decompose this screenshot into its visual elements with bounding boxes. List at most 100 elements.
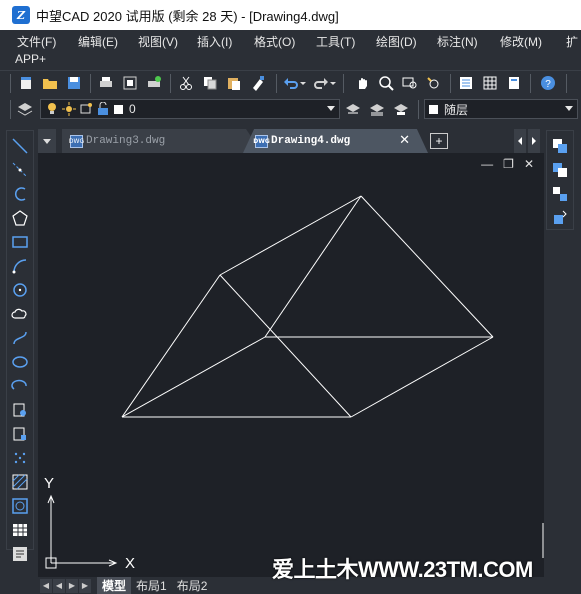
explode-icon[interactable] [551,209,569,227]
title-bar: Z 中望CAD 2020 试用版 (剩余 28 天) - [Drawing4.d… [0,0,581,30]
rectangle-icon[interactable] [11,233,29,251]
construction-line-icon[interactable] [11,161,29,179]
layer-color-swatch [114,104,123,114]
drawing-line[interactable] [121,274,221,418]
tab-layout1[interactable]: 布局1 [131,577,172,594]
zoom-realtime-icon[interactable] [378,75,394,91]
menu-tools[interactable]: 工具(T) [316,33,355,50]
spline-icon[interactable] [11,329,29,347]
help-icon[interactable]: ? [540,75,556,91]
drawing-canvas[interactable]: — ❐ ✕ Y X [38,153,544,577]
color-swatch [429,104,438,114]
insert-block-icon[interactable] [11,401,29,419]
drawing-line[interactable] [219,274,352,418]
ucs-icon [45,494,118,569]
chevron-down-icon [327,106,335,111]
polyline-icon[interactable] [11,185,29,203]
chevron-down-icon [43,139,51,144]
tool-palette-icon[interactable] [506,75,522,91]
multiline-text-icon[interactable] [11,545,29,563]
layer-name: 0 [129,102,136,116]
drawing-line[interactable] [219,195,362,276]
cut-icon[interactable] [178,75,194,91]
tab-model[interactable]: 模型 [97,577,132,594]
tab-label: Drawing4.dwg [271,135,351,147]
first-icon: ◀ [42,581,50,590]
right-side-panel [544,230,581,594]
tab-scroll-right[interactable] [528,129,540,153]
menu-view[interactable]: 视图(V) [138,33,178,50]
save-icon[interactable] [66,75,82,91]
revision-cloud-icon[interactable] [11,305,29,323]
tab-drawing4[interactable]: DWG Drawing4.dwg ✕ [243,129,428,153]
ellipse-icon[interactable] [11,353,29,371]
close-tab-icon[interactable]: ✕ [399,133,410,148]
menu-insert[interactable]: 插入(I) [197,33,232,50]
print-icon[interactable] [98,75,114,91]
layer-manager-icon[interactable] [17,101,33,117]
table-icon[interactable] [11,521,29,539]
tab-scroll-left[interactable] [514,129,526,153]
zoom-previous-icon[interactable] [426,75,442,91]
last-layout-button[interactable]: ▶ [79,578,91,593]
watermark-text: 爱上土木WWW.23TM.COM [272,557,533,582]
open-folder-icon[interactable] [42,75,58,91]
viewport-freeze-icon [80,103,92,114]
prev-icon: ◀ [55,581,63,590]
undo-dropdown-icon[interactable] [299,75,307,91]
new-tab-button[interactable]: + [430,133,448,149]
drawing-line[interactable] [264,195,362,338]
drawing-line[interactable] [360,195,494,338]
ungroup-icon[interactable] [551,185,569,203]
chevron-down-icon [565,106,573,111]
layer-state-icon[interactable] [393,101,409,117]
ellipse-arc-icon[interactable] [11,377,29,395]
arc-icon[interactable] [11,257,29,275]
tab-drawing3[interactable]: DWG Drawing3.dwg [62,129,262,153]
design-center-icon[interactable] [482,75,498,91]
menu-modify[interactable]: 修改(M) [500,33,542,50]
pan-hand-icon[interactable] [354,75,370,91]
menu-bar: 文件(F) 编辑(E) 视图(V) 插入(I) 格式(O) 工具(T) 绘图(D… [0,30,581,70]
color-select[interactable]: 随层 [424,99,578,119]
zoom-window-icon[interactable] [402,75,418,91]
polygon-icon[interactable] [11,209,29,227]
publish-icon[interactable] [146,75,162,91]
menu-draw[interactable]: 绘图(D) [376,33,417,50]
make-current-layer-icon[interactable] [345,101,361,117]
next-layout-button[interactable]: ▶ [66,578,78,593]
color-value: 随层 [444,102,469,117]
first-layout-button[interactable]: ◀ [40,578,52,593]
point-icon[interactable] [11,449,29,467]
redo-dropdown-icon[interactable] [329,75,337,91]
menu-edit[interactable]: 编辑(E) [78,33,118,50]
copy-object-icon[interactable] [551,137,569,155]
circle-icon[interactable] [11,281,29,299]
make-block-icon[interactable] [11,425,29,443]
menu-format[interactable]: 格式(O) [254,33,295,50]
match-properties-icon[interactable] [250,75,266,91]
menu-app-plus[interactable]: APP+ [15,52,46,66]
tab-list-button[interactable] [38,129,56,153]
new-file-icon[interactable] [18,75,34,91]
ucs-y-label: Y [44,475,55,492]
drawing-line[interactable] [350,336,494,418]
menu-file[interactable]: 文件(F) [17,33,56,50]
menu-extend[interactable]: 扩 [566,33,578,50]
undo-icon[interactable] [283,75,299,91]
paste-icon[interactable] [226,75,242,91]
menu-dimension[interactable]: 标注(N) [437,33,478,50]
copy-icon[interactable] [202,75,218,91]
drawing-line[interactable] [121,336,266,418]
properties-icon[interactable] [458,75,474,91]
tab-layout2[interactable]: 布局2 [172,577,213,594]
layer-previous-icon[interactable] [369,101,385,117]
hatch-icon[interactable] [11,473,29,491]
line-icon[interactable] [11,137,29,155]
group-icon[interactable] [551,161,569,179]
print-preview-icon[interactable] [122,75,138,91]
region-icon[interactable] [11,497,29,515]
layer-select[interactable]: 0 [40,99,340,119]
prev-layout-button[interactable]: ◀ [53,578,65,593]
redo-icon[interactable] [313,75,329,91]
